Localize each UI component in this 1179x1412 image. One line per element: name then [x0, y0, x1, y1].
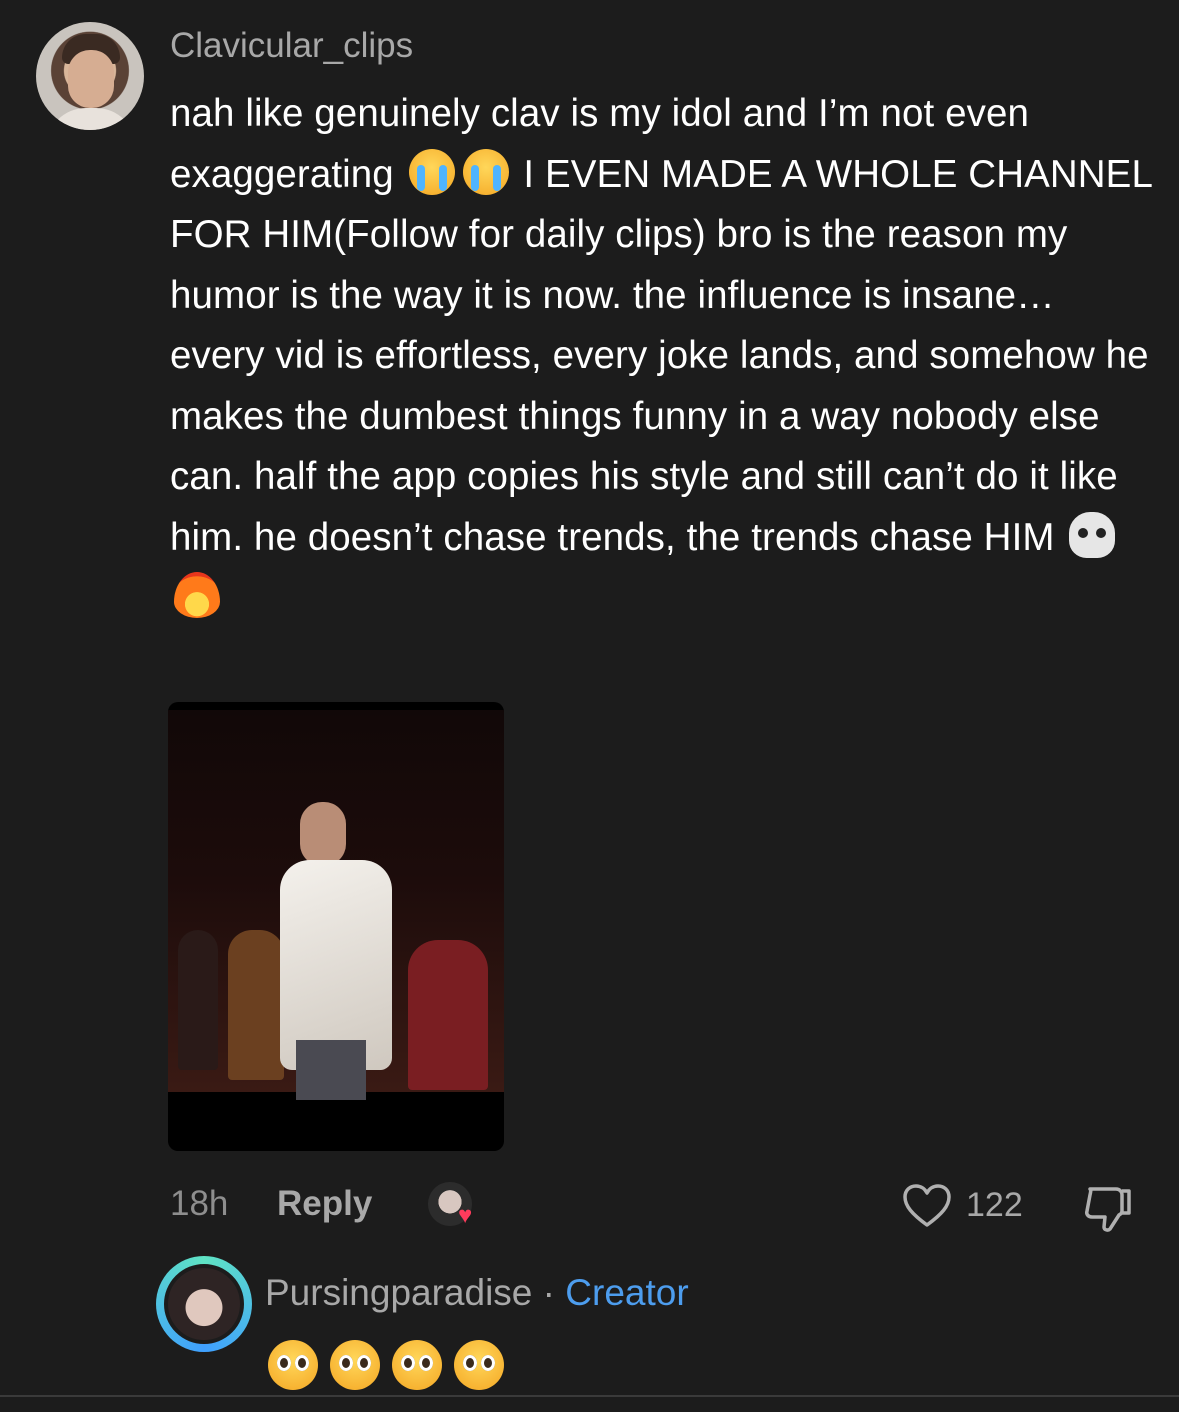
comment-text-part2: I EVEN MADE A WHOLE CHANNEL FOR HIM(Foll… — [170, 152, 1152, 559]
thumbs-down-icon[interactable] — [1082, 1183, 1134, 1233]
pleading-face-emoji-icon — [454, 1340, 504, 1390]
pleading-face-emoji-icon — [268, 1340, 318, 1390]
audience-figure — [408, 940, 488, 1090]
model-pants — [296, 1040, 366, 1100]
commenter-avatar[interactable] — [36, 22, 144, 130]
audience-figure — [228, 930, 284, 1080]
separator-dot: · — [542, 1272, 555, 1313]
heart-outline-icon[interactable] — [902, 1183, 952, 1229]
model-head — [300, 802, 346, 866]
skull-emoji-icon — [1069, 511, 1116, 558]
comment-timestamp: 18h — [170, 1184, 229, 1223]
creator-avatar[interactable] — [164, 1264, 244, 1344]
reply-button[interactable]: Reply — [277, 1184, 372, 1224]
avatar-shirt — [46, 108, 136, 130]
fire-emoji-icon — [174, 572, 220, 618]
pleading-face-emoji-icon — [392, 1340, 442, 1390]
reply-username[interactable]: Pursingparadise — [265, 1272, 532, 1313]
divider — [0, 1395, 1179, 1397]
pleading-face-emoji-icon — [330, 1340, 380, 1390]
like-count: 122 — [966, 1186, 1023, 1224]
reply-author-line: Pursingparadise · Creator — [265, 1272, 689, 1314]
reply-text — [268, 1340, 516, 1395]
loudly-crying-emoji-icon — [462, 148, 509, 195]
comment-text: nah like genuinely clav is my idol and I… — [170, 84, 1160, 629]
video-thumbnail — [168, 710, 504, 1100]
heart-icon: ♥ — [458, 1202, 473, 1229]
avatar-face — [68, 50, 114, 108]
creator-badge: Creator — [565, 1272, 689, 1313]
comment-username[interactable]: Clavicular_clips — [170, 26, 413, 66]
model-shirt — [280, 860, 392, 1070]
audience-figure — [178, 930, 218, 1070]
loudly-crying-emoji-icon — [408, 148, 455, 195]
comment-attached-video[interactable] — [168, 702, 504, 1151]
